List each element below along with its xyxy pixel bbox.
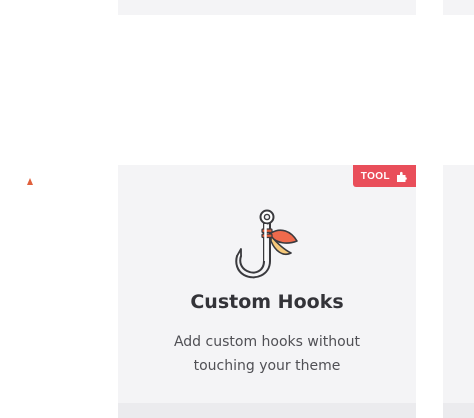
next-card-icon-fragment — [27, 178, 33, 185]
card-title[interactable]: Custom Hooks — [118, 291, 416, 313]
previous-card-bottom — [118, 0, 416, 15]
tool-badge: TOOL — [352, 165, 416, 187]
puzzle-icon — [396, 170, 408, 182]
next-card-partial[interactable] — [443, 165, 474, 418]
card-bottom-bar — [118, 403, 416, 418]
fishing-hook-icon — [229, 205, 305, 281]
feature-card-custom-hooks[interactable]: TOOL Custom Hooks Add custom hooks witho… — [118, 165, 416, 418]
card-description: Add custom hooks without touching your t… — [173, 334, 361, 374]
next-card-bottom-bar — [443, 403, 474, 418]
previous-card-bottom-right — [443, 0, 474, 15]
page: TOOL Custom Hooks Add custom hooks witho… — [0, 0, 474, 418]
badge-label: TOOL — [360, 170, 390, 182]
